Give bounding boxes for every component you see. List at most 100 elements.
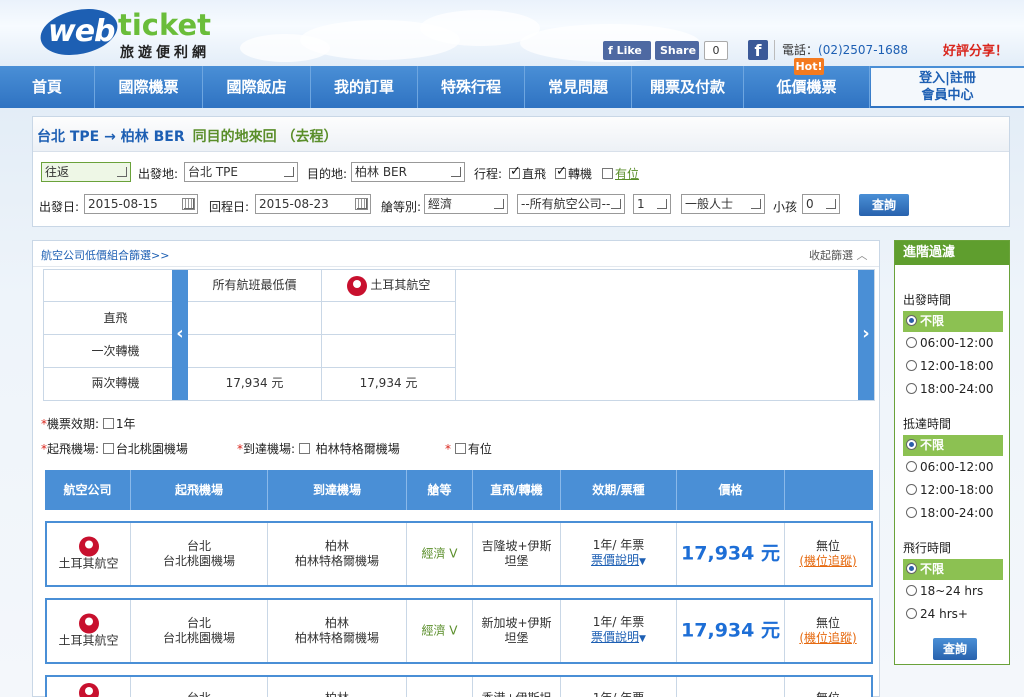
depart-time-morning[interactable]: 06:00-12:00 [903,333,1003,354]
nav-home[interactable]: 首頁 [0,66,95,108]
flight-row[interactable]: 土耳其航空 台北 台北桃園機場 柏林 柏林特格爾機場 經濟 V 吉隆坡+伊斯 坦堡 1… [45,521,873,587]
transfer-option[interactable]: 轉機 [555,164,592,182]
member-center-link[interactable]: 會員中心 [871,87,1024,104]
radio-icon[interactable] [906,315,917,326]
combo-cell[interactable] [188,335,322,368]
row-price[interactable]: 17,934 元 [677,600,785,662]
radio-icon[interactable] [906,608,917,619]
combo-prev-arrow[interactable]: ‹ [172,270,188,400]
depart-airport-checkbox[interactable] [102,443,114,454]
radio-icon[interactable] [906,461,917,472]
row-price-value[interactable]: 17,934 元 [677,621,784,640]
combo-col-airline[interactable]: 土耳其航空 [322,270,456,302]
depart-time-any[interactable]: 不限 [903,311,1003,332]
combo-col-all[interactable]: 所有航班最低價 [188,270,322,302]
arrive-airport-option: 柏林特格爾機場 [315,442,400,456]
passenger-type-select[interactable]: 一般人士 [681,194,765,214]
adult-count-select[interactable]: 1 [633,194,671,214]
combo-cell[interactable] [188,302,322,335]
option-label: 06:00-12:00 [920,336,994,350]
radio-icon[interactable] [906,360,917,371]
depart-time-evening[interactable]: 18:00-24:00 [903,379,1003,400]
arrive-time-morning[interactable]: 06:00-12:00 [903,457,1003,478]
seat-checkbox[interactable] [602,168,613,179]
calendar-icon[interactable] [182,198,195,210]
flight-time-24-plus[interactable]: 24 hrs+ [903,604,1003,625]
depart-time-label: 出發時間 [903,293,952,307]
arrive-airport-checkbox[interactable] [298,443,310,454]
flight-time-18-24[interactable]: 18~24 hrs [903,581,1003,602]
radio-icon[interactable] [906,484,917,495]
arrive-time-afternoon[interactable]: 12:00-18:00 [903,480,1003,501]
search-button[interactable]: 查詢 [859,194,909,216]
nav-special-tours[interactable]: 特殊行程 [418,66,525,108]
row-price[interactable] [677,677,785,697]
trip-type-select[interactable]: 往返 [41,162,131,182]
radio-icon[interactable] [906,439,917,450]
combo-cell[interactable] [322,302,456,335]
combo-cell[interactable]: 17,934 元 [188,368,322,400]
facebook-share-button[interactable]: Share [655,41,699,60]
advanced-filter-sidebar: 進階過濾 出發時間 不限 06:00-12:00 12:00-18:00 18:… [894,240,1010,665]
combo-cell[interactable] [322,335,456,368]
row-cabin [407,677,473,697]
flight-row[interactable]: 台北 柏林 香港+伊斯坦 1年/ 年票 無位 [45,675,873,697]
row-price-value[interactable]: 17,934 元 [677,544,784,563]
login-register-link[interactable]: 登入|註冊 [871,70,1024,87]
arrive-airport-label: 到達機場: [243,442,296,456]
direct-checkbox[interactable] [509,164,521,179]
seat-tracking-link[interactable]: (機位追蹤) [799,631,856,645]
caret-down-icon[interactable]: ▼ [639,634,646,644]
nav-ticketing-payment[interactable]: 開票及付款 [632,66,744,108]
depart-date-label: 出發日: [39,200,80,214]
depart-date-input[interactable]: 2015-08-15 [84,194,198,214]
header-divider [774,40,775,60]
nav-intl-hotels[interactable]: 國際飯店 [203,66,311,108]
radio-icon[interactable] [906,383,917,394]
facebook-like-button[interactable]: f Like [603,41,651,60]
share-review-link[interactable]: 好評分享！ [943,40,1008,59]
radio-icon[interactable] [906,563,917,574]
sidebar-search-button[interactable]: 查詢 [933,638,977,660]
seat-filter-checkbox[interactable] [454,443,466,454]
cabin-select[interactable]: 經濟 [424,194,508,214]
validity-1yr-checkbox[interactable] [102,418,114,429]
airline-combo-filter-toggle[interactable]: 航空公司低價組合篩選>> [41,247,169,263]
arrive-time-any[interactable]: 不限 [903,435,1003,456]
seat-option[interactable]: 有位 [602,165,639,182]
arrive-time-evening[interactable]: 18:00-24:00 [903,503,1003,524]
calendar-icon[interactable] [355,198,368,210]
caret-down-icon[interactable]: ▼ [639,557,646,567]
origin-select[interactable]: 台北 TPE [184,162,298,182]
collapse-filter-link[interactable]: 收起篩選 ︿ [809,247,868,263]
seat-tracking-link[interactable]: (機位追蹤) [799,554,856,568]
logo-ticket-text[interactable]: ticket [118,8,211,42]
results-panel: 航空公司低價組合篩選>> 收起篩選 ︿ 所有航班最低價 土耳其航空 直飛 一次轉… [32,240,880,697]
airline-select[interactable]: --所有航空公司-- [517,194,625,214]
nav-faq[interactable]: 常見問題 [525,66,632,108]
nav-intl-flights[interactable]: 國際機票 [95,66,203,108]
flight-time-any[interactable]: 不限 [903,559,1003,580]
nav-my-orders[interactable]: 我的訂單 [311,66,418,108]
child-count-select[interactable]: 0 [802,194,840,214]
radio-icon[interactable] [906,585,917,596]
facebook-icon[interactable]: f [748,40,768,60]
radio-icon[interactable] [906,507,917,518]
destination-select[interactable]: 柏林 BER [351,162,465,182]
depart-time-afternoon[interactable]: 12:00-18:00 [903,356,1003,377]
return-date-input[interactable]: 2015-08-23 [255,194,371,214]
cabin-label: 艙等別: [381,200,422,214]
direct-option[interactable]: 直飛 [509,164,546,182]
fare-info-link[interactable]: 票價說明 [591,630,639,644]
flight-row[interactable]: 土耳其航空 台北 台北桃園機場 柏林 柏林特格爾機場 經濟 V 新加坡+伊斯 坦堡 1… [45,598,873,664]
fare-info-link[interactable]: 票價說明 [591,553,639,567]
radio-icon[interactable] [906,337,917,348]
transfer-checkbox[interactable] [555,164,567,179]
row-validity: 1年/ 年票 票價說明▼ [561,600,677,662]
row-airline-name: 土耳其航空 [58,633,119,648]
combo-cell[interactable]: 17,934 元 [322,368,456,400]
logo-web-text[interactable]: web [48,14,116,49]
member-center[interactable]: 登入|註冊 會員中心 [871,68,1024,106]
combo-next-arrow[interactable]: › [858,270,874,400]
row-price[interactable]: 17,934 元 [677,523,785,585]
